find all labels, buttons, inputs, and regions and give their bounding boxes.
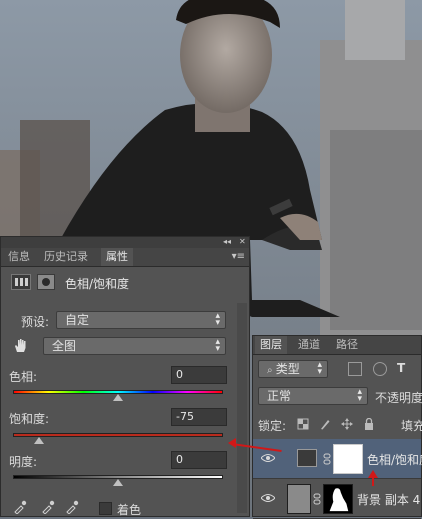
- fill-label: 填充: [401, 419, 422, 433]
- dropdown-arrows-icon: ▴ ▾: [317, 360, 322, 377]
- dropdown-arrows-icon: ▴ ▾: [215, 337, 220, 354]
- lock-move-icon[interactable]: [341, 418, 353, 430]
- mask-icon[interactable]: [37, 274, 55, 290]
- eyedropper-icon[interactable]: [13, 500, 27, 514]
- close-panel-button[interactable]: ✕: [239, 237, 246, 247]
- saturation-label: 饱和度:: [9, 412, 50, 426]
- blend-mode-dropdown[interactable]: 正常 ▴ ▾: [258, 387, 368, 405]
- filter-adjustment-icon[interactable]: [373, 362, 387, 376]
- lightness-slider-knob[interactable]: [113, 479, 123, 486]
- layers-panel: 图层 通道 路径 ⌕ 类型 ▴ ▾ T 正常 ▴ ▾ 不透明度 锁定: 填充 色相/: [252, 335, 422, 519]
- filter-pixel-icon[interactable]: [348, 362, 362, 376]
- properties-tab-bar: 信息 历史记录 属性 ▾≡: [1, 248, 249, 267]
- lock-brush-icon[interactable]: [319, 418, 331, 430]
- hand-tool-icon[interactable]: [13, 337, 29, 353]
- colorize-checkbox[interactable]: [99, 502, 112, 515]
- panel-menu-icon[interactable]: ▾≡: [232, 251, 245, 262]
- link-icon[interactable]: [313, 493, 321, 505]
- eye-icon[interactable]: [261, 453, 275, 463]
- search-icon: ⌕: [267, 365, 276, 376]
- layer-name[interactable]: 背景 副本 4: [357, 491, 420, 508]
- panel-title: 色相/饱和度: [65, 277, 130, 291]
- collapse-button[interactable]: ◂◂: [223, 237, 231, 247]
- link-icon[interactable]: [323, 453, 331, 465]
- hue-label: 色相:: [9, 370, 38, 384]
- lightness-label: 明度:: [9, 455, 38, 469]
- layer-mask-thumbnail[interactable]: [323, 484, 353, 514]
- channel-value: 全图: [52, 339, 77, 353]
- annotation-arrowhead-up: [368, 470, 378, 478]
- lock-transparent-icon[interactable]: [297, 418, 309, 430]
- preset-dropdown[interactable]: 自定 ▴ ▾: [56, 311, 226, 329]
- opacity-label: 不透明度: [375, 391, 422, 405]
- hue-slider-knob[interactable]: [113, 394, 123, 401]
- lock-label: 锁定:: [258, 419, 287, 433]
- layer-row-background-copy[interactable]: 背景 副本 4: [253, 479, 421, 519]
- eye-icon[interactable]: [261, 493, 275, 503]
- tab-info[interactable]: 信息: [3, 248, 35, 266]
- preset-label: 预设:: [21, 315, 50, 329]
- tab-layers[interactable]: 图层: [255, 336, 287, 354]
- saturation-slider-track[interactable]: [13, 433, 223, 437]
- eyedropper-minus-icon[interactable]: [65, 500, 79, 514]
- hue-input[interactable]: 0: [171, 366, 227, 384]
- tab-properties[interactable]: 属性: [101, 248, 133, 266]
- layer-row-adjustment[interactable]: 色相/饱和度: [253, 439, 422, 479]
- blend-mode-value: 正常: [267, 389, 292, 403]
- adjustment-layer-icon: [297, 449, 317, 467]
- layer-mask-thumbnail[interactable]: [333, 444, 363, 474]
- preset-value: 自定: [65, 313, 90, 327]
- properties-panel: ◂◂ ✕ 信息 历史记录 属性 ▾≡ 色相/饱和度 预设: 自定 ▴ ▾ 全图 ▴…: [0, 236, 250, 517]
- tab-history[interactable]: 历史记录: [39, 248, 93, 266]
- layer-filter-dropdown[interactable]: ⌕ 类型 ▴ ▾: [258, 360, 328, 378]
- saturation-input[interactable]: -75: [171, 408, 227, 426]
- layer-thumbnail[interactable]: [287, 484, 311, 514]
- filter-type-icon[interactable]: T: [397, 361, 405, 375]
- eyedropper-plus-icon[interactable]: [41, 500, 55, 514]
- annotation-arrowhead: [228, 438, 236, 448]
- layer-filter-value: 类型: [275, 362, 300, 376]
- dropdown-arrows-icon: ▴ ▾: [357, 387, 362, 404]
- adjustment-layer-icon[interactable]: [11, 274, 31, 290]
- tab-channels[interactable]: 通道: [293, 336, 325, 354]
- channel-dropdown[interactable]: 全图 ▴ ▾: [43, 337, 226, 355]
- lightness-input[interactable]: 0: [171, 451, 227, 469]
- lock-icon[interactable]: [363, 418, 375, 430]
- tab-paths[interactable]: 路径: [331, 336, 363, 354]
- layers-tab-bar: 图层 通道 路径: [253, 336, 421, 355]
- colorize-label: 着色: [117, 503, 142, 517]
- layer-name[interactable]: 色相/饱和度: [367, 451, 422, 468]
- panel-scrollbar[interactable]: [237, 303, 247, 513]
- dropdown-arrows-icon: ▴ ▾: [215, 311, 220, 328]
- saturation-slider-knob[interactable]: [34, 437, 45, 444]
